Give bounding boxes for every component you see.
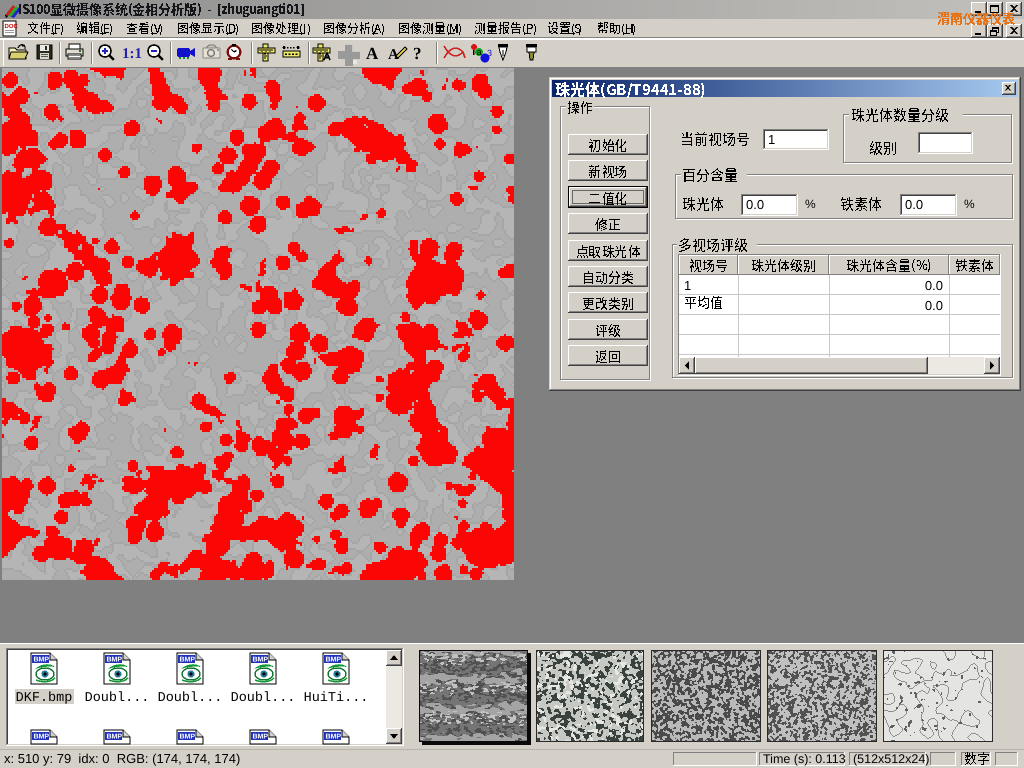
svg-text:0.0: 0.0 — [925, 298, 943, 313]
svg-text:BMP: BMP — [34, 734, 50, 741]
svg-text:DOC: DOC — [5, 23, 19, 30]
svg-text:BMP: BMP — [107, 734, 123, 741]
svg-text:Time (s): 0.113: Time (s): 0.113 — [763, 752, 846, 766]
svg-text:BMP: BMP — [326, 734, 342, 741]
svg-text:A: A — [366, 44, 379, 63]
svg-text:1: 1 — [684, 278, 691, 293]
svg-text:1:1: 1:1 — [122, 46, 142, 62]
svg-text:0.0: 0.0 — [925, 278, 943, 293]
svg-text:Doubl...: Doubl... — [85, 691, 150, 706]
svg-text:1: 1 — [768, 132, 775, 147]
svg-text:%: % — [805, 197, 816, 211]
svg-text:3: 3 — [487, 48, 492, 58]
svg-text:(512x512x24): (512x512x24) — [853, 752, 929, 766]
svg-text:BMP: BMP — [180, 657, 196, 664]
svg-text:?: ? — [413, 44, 422, 63]
svg-text:HuiTi...: HuiTi... — [304, 691, 369, 706]
svg-text:%: % — [964, 197, 975, 211]
svg-text:x: 510 y: 79 idx: 0 RGB: (17: x: 510 y: 79 idx: 0 RGB: (174, 174, 174) — [4, 751, 240, 766]
svg-text:Doubl...: Doubl... — [231, 691, 296, 706]
svg-text:0.0: 0.0 — [905, 197, 923, 212]
svg-text:BMP: BMP — [253, 734, 269, 741]
svg-text:BMP: BMP — [180, 734, 196, 741]
svg-text:a: a — [477, 47, 482, 57]
svg-text:Doubl...: Doubl... — [158, 691, 223, 706]
svg-text:DKF.bmp: DKF.bmp — [16, 691, 73, 706]
svg-text:0.0: 0.0 — [746, 197, 764, 212]
svg-text:BMP: BMP — [34, 657, 50, 664]
svg-text:BMP: BMP — [326, 657, 342, 664]
svg-text:BMP: BMP — [107, 657, 123, 664]
svg-text:BMP: BMP — [253, 657, 269, 664]
